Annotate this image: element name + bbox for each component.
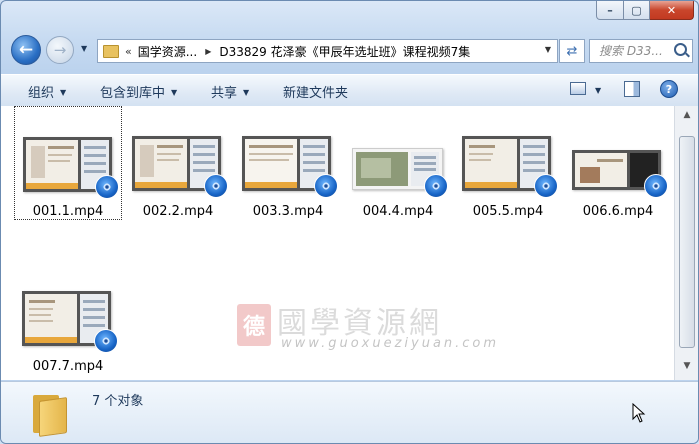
file-name: 002.2.mp4 (142, 204, 214, 219)
chevron-down-icon: ▼ (171, 88, 178, 97)
breadcrumb-separator-icon[interactable]: ▶ (205, 47, 211, 56)
scroll-up-arrow-icon[interactable]: ▲ (680, 110, 694, 125)
include-in-library-label: 包含到库中 (100, 86, 166, 101)
file-name: 006.6.mp4 (582, 204, 654, 219)
share-menu[interactable]: 共享 ▼ (211, 82, 249, 101)
view-options-dropdown[interactable]: ▼ (595, 86, 601, 95)
folder-icon (103, 44, 119, 58)
watermark-url: www.guoxueziyuan.com (281, 336, 500, 351)
file-name: 007.7.mp4 (32, 359, 104, 374)
media-player-icon (204, 174, 228, 198)
media-player-icon (94, 329, 118, 353)
caption-buttons: – ▢ ✕ (596, 1, 694, 20)
share-label: 共享 (211, 86, 238, 101)
refresh-icon: ⇄ (566, 43, 578, 59)
file-item[interactable]: 003.3.mp4 (234, 106, 342, 220)
file-item[interactable]: 004.4.mp4 (344, 106, 452, 220)
details-pane: 7 个对象 (1, 381, 698, 443)
breadcrumb-item-current[interactable]: D33829 花泽豪《甲辰年选址班》课程视频7集 (219, 43, 470, 60)
view-icon[interactable] (570, 82, 586, 95)
file-name: 001.1.mp4 (32, 204, 104, 219)
new-folder-button[interactable]: 新建文件夹 (283, 82, 348, 101)
media-player-icon (534, 174, 558, 198)
address-overflow-chevron[interactable]: « (125, 45, 132, 58)
recent-pages-dropdown[interactable]: ▼ (81, 44, 87, 53)
file-name: 004.4.mp4 (362, 204, 434, 219)
close-button[interactable]: ✕ (650, 1, 694, 20)
maximize-button[interactable]: ▢ (624, 1, 650, 20)
media-player-icon (644, 174, 668, 198)
file-name: 003.3.mp4 (252, 204, 324, 219)
watermark-seal: 德 (237, 304, 271, 346)
file-item[interactable]: 002.2.mp4 (124, 106, 232, 220)
vertical-scrollbar[interactable]: ▲ ▼ (674, 106, 698, 380)
media-player-icon (314, 174, 338, 198)
breadcrumb-item-parent[interactable]: 国学资源... (138, 43, 197, 60)
refresh-button[interactable]: ⇄ (559, 39, 585, 63)
file-item[interactable]: 005.5.mp4 (454, 106, 562, 220)
back-arrow-icon: ← (18, 40, 34, 60)
forward-button[interactable]: → (46, 36, 74, 64)
scrollbar-thumb[interactable] (679, 136, 695, 348)
preview-pane-icon[interactable] (624, 81, 640, 97)
help-icon[interactable]: ? (660, 80, 678, 98)
folder-icon (31, 393, 67, 437)
organize-label: 组织 (28, 86, 55, 101)
navigation-bar: ← → ▼ « 国学资源... ▶ D33829 花泽豪《甲辰年选址班》课程视频… (1, 29, 698, 69)
back-button[interactable]: ← (11, 35, 41, 65)
chevron-down-icon: ▼ (243, 88, 250, 97)
watermark-seal-text: 德 (242, 315, 265, 340)
new-folder-label: 新建文件夹 (283, 86, 349, 101)
file-name: 005.5.mp4 (472, 204, 544, 219)
minimize-button[interactable]: – (596, 1, 624, 20)
address-bar[interactable]: « 国学资源... ▶ D33829 花泽豪《甲辰年选址班》课程视频7集 ▼ (97, 39, 558, 63)
organize-menu[interactable]: 组织 ▼ (28, 82, 66, 101)
include-in-library-menu[interactable]: 包含到库中 ▼ (100, 82, 177, 101)
chevron-down-icon: ▼ (60, 88, 67, 97)
media-player-icon (95, 175, 119, 199)
file-item[interactable]: 007.7.mp4 (14, 261, 122, 375)
item-count: 7 个对象 (92, 394, 144, 409)
address-history-dropdown[interactable]: ▼ (545, 45, 551, 54)
forward-arrow-icon: → (53, 41, 67, 59)
explorer-window: – ▢ ✕ ← → ▼ « 国学资源... ▶ D33829 花泽豪《甲辰年选址… (0, 0, 699, 444)
scroll-down-arrow-icon[interactable]: ▼ (680, 361, 694, 376)
file-item[interactable]: 006.6.mp4 (564, 106, 672, 220)
file-list: 001.1.mp4 002.2.mp4 003.3.mp4 004.4.mp4 … (1, 106, 674, 380)
file-item[interactable]: 001.1.mp4 (14, 106, 122, 220)
search-input[interactable] (597, 43, 681, 59)
media-player-icon (424, 174, 448, 198)
search-box[interactable] (589, 39, 693, 63)
command-bar: 组织 ▼ 包含到库中 ▼ 共享 ▼ 新建文件夹 ▼ ? (1, 74, 698, 107)
search-icon[interactable] (674, 43, 687, 56)
